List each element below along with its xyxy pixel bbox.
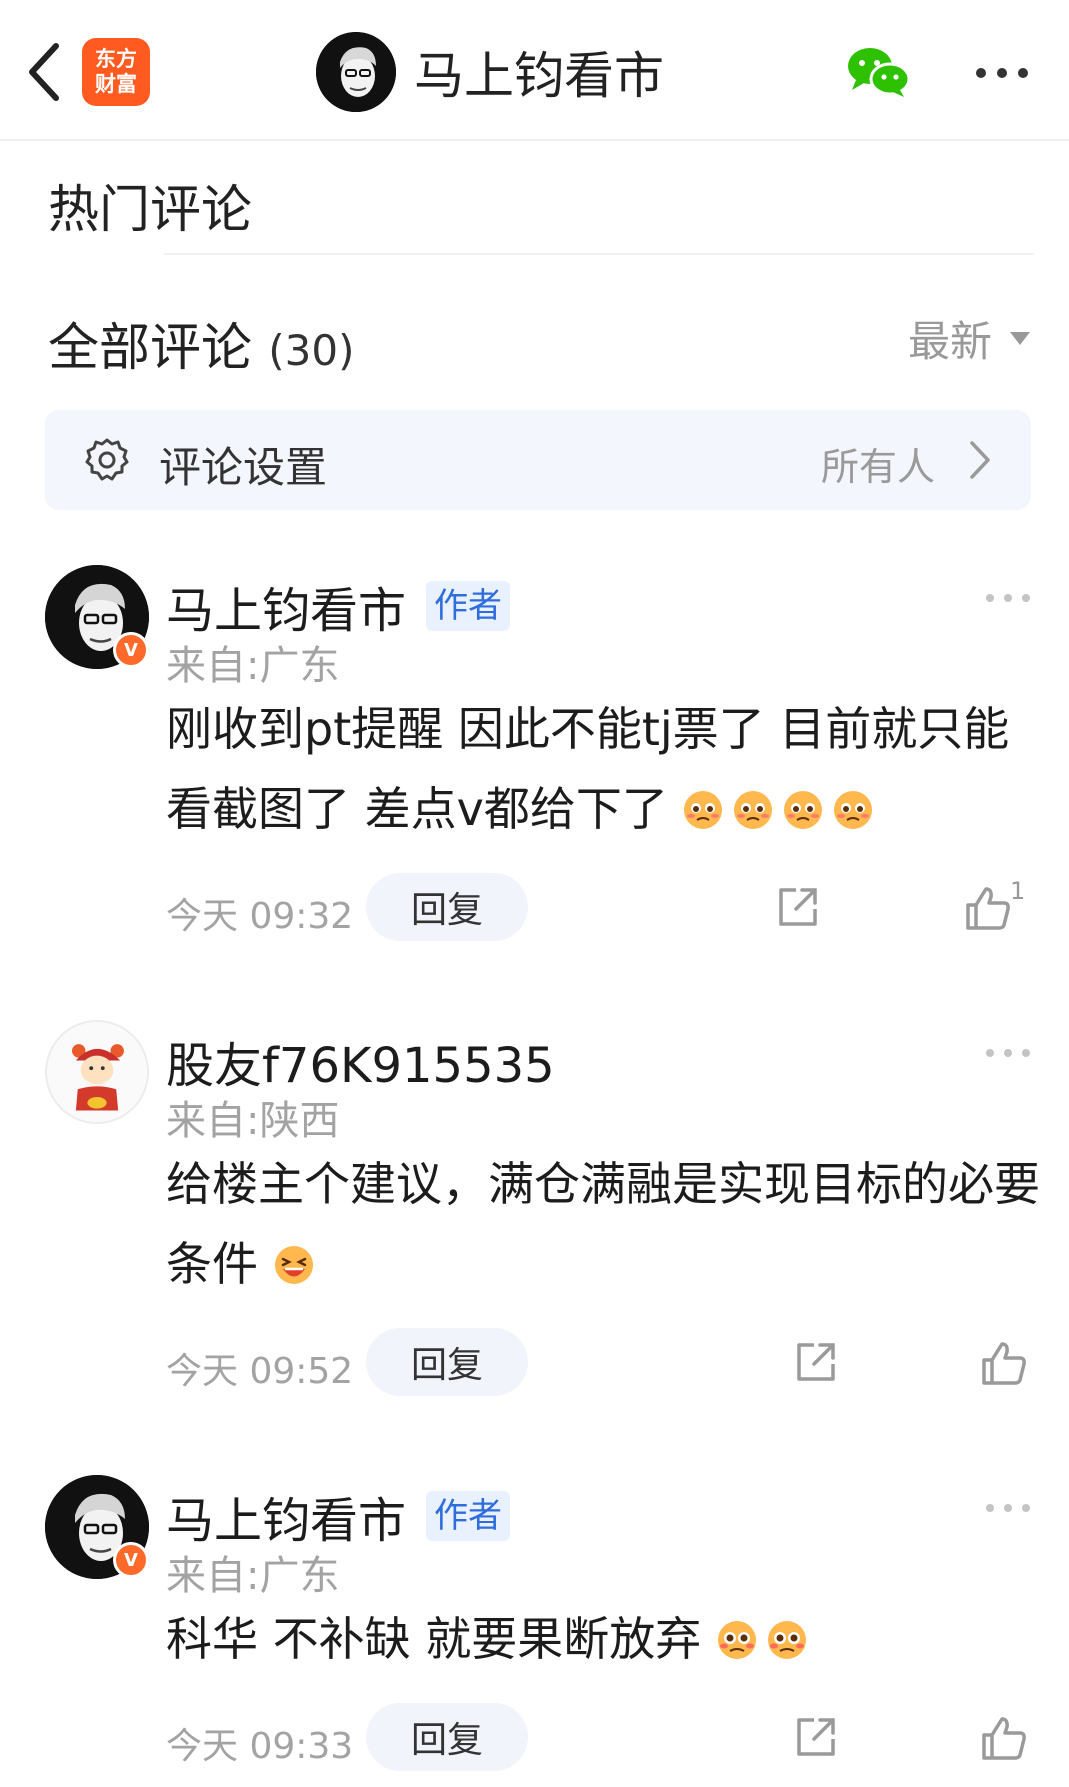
comment-settings-value: 所有人 [820, 445, 935, 489]
chevron-left-icon[interactable] [24, 40, 64, 104]
comment-region: 来自:陕西 [166, 1098, 340, 1144]
more-dots-icon[interactable] [985, 1503, 1031, 1513]
gear-icon [85, 438, 129, 481]
like-count: 1 [1010, 877, 1026, 905]
comment-count: (30) [268, 326, 355, 375]
comment-author[interactable]: 马上钧看市 作者 [166, 1481, 511, 1551]
thumbs-up-icon[interactable] [980, 1715, 1028, 1761]
avatar[interactable] [45, 1020, 149, 1124]
all-comments-title: 全部评论 (30) [48, 306, 354, 380]
app-logo[interactable]: 东方 财富 [82, 38, 150, 106]
sort-dropdown[interactable]: 最新 [908, 308, 1031, 369]
author-avatar [316, 32, 396, 112]
share-icon[interactable] [794, 1715, 838, 1759]
thumbs-up-icon[interactable] [980, 1340, 1028, 1386]
wechat-icon[interactable] [846, 46, 910, 98]
author-name: 马上钧看市 [166, 1493, 407, 1549]
comment-settings-label: 评论设置 [159, 443, 328, 492]
share-icon[interactable] [794, 1340, 838, 1384]
comment-settings-row[interactable]: 评论设置 所有人 [45, 410, 1031, 510]
comment-content: 刚收到pt提醒 因此不能tj票了 目前就只能看截图了 差点v都给下了 [166, 689, 1046, 849]
laughing-emoji-icon [274, 1246, 313, 1284]
comment-time: 今天 09:33 [166, 1726, 354, 1767]
comment-author[interactable]: 马上钧看市 作者 [166, 571, 511, 641]
comment-text: 科华 不补缺 就要果断放弃 [166, 1612, 702, 1666]
brand-line-2: 财富 [95, 72, 137, 96]
pleading-emoji-icon [784, 791, 823, 829]
chevron-right-icon [970, 441, 990, 479]
author-tag: 作者 [426, 581, 511, 631]
reply-button[interactable]: 回复 [366, 1703, 528, 1771]
comment-time: 今天 09:32 [166, 896, 354, 937]
more-dots-icon[interactable] [974, 66, 1030, 80]
hot-comments-title: 热门评论 [48, 181, 253, 240]
thumbs-up-icon[interactable] [964, 885, 1012, 931]
divider [164, 253, 1034, 255]
caret-down-icon [1010, 332, 1031, 345]
share-icon[interactable] [776, 885, 820, 929]
verified-badge: V [113, 632, 149, 668]
author-tag: 作者 [426, 1491, 511, 1541]
anxious-emoji-icon [717, 1621, 756, 1659]
comment-region: 来自:广东 [166, 643, 340, 689]
top-bar: 东方 财富 马上钧看市 [0, 0, 1069, 141]
brand-line-1: 东方 [95, 47, 137, 71]
pleading-emoji-icon [684, 791, 723, 829]
author-name: 马上钧看市 [166, 583, 407, 639]
page-title: 马上钧看市 [414, 47, 664, 105]
comment-region: 来自:广东 [166, 1553, 340, 1599]
more-dots-icon[interactable] [985, 1048, 1031, 1058]
comment-content: 科华 不补缺 就要果断放弃 [166, 1599, 1046, 1679]
pleading-emoji-icon [734, 791, 773, 829]
reply-button[interactable]: 回复 [366, 1328, 528, 1396]
comment-author[interactable]: 股友f76K915535 [166, 1026, 555, 1096]
author-name: 股友f76K915535 [166, 1038, 555, 1094]
anxious-emoji-icon [767, 1621, 806, 1659]
more-dots-icon[interactable] [985, 593, 1031, 603]
verified-badge: V [113, 1542, 149, 1578]
sort-label: 最新 [908, 317, 993, 366]
pleading-emoji-icon [834, 791, 873, 829]
page-title-group[interactable]: 马上钧看市 [316, 32, 664, 112]
all-comments-label: 全部评论 [48, 319, 253, 378]
comment-text: 刚收到pt提醒 因此不能tj票了 目前就只能看截图了 差点v都给下了 [166, 702, 1010, 836]
reply-button[interactable]: 回复 [366, 873, 528, 941]
comment-time: 今天 09:52 [166, 1351, 354, 1392]
comment-content: 给楼主个建议，满仓满融是实现目标的必要条件 [166, 1144, 1046, 1304]
